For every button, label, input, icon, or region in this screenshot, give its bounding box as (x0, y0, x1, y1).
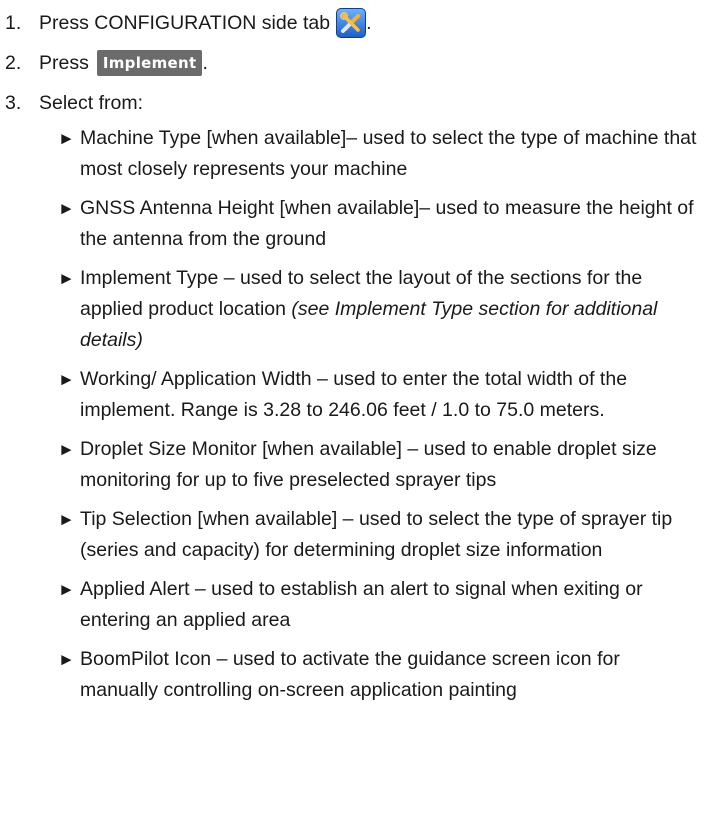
arrow-right-icon: ► (58, 580, 75, 599)
option-text: Tip Selection [when available] – used to… (80, 508, 673, 561)
option-text: Applied Alert – used to establish an ale… (80, 578, 643, 631)
options-list: ► Machine Type [when available]– used to… (5, 123, 707, 706)
step-text: Press (39, 51, 89, 74)
list-item: ► Applied Alert – used to establish an a… (58, 574, 707, 636)
instructions: 1. Press CONFIGURATION side tab . 2. Pre… (0, 0, 707, 706)
arrow-right-icon: ► (58, 510, 75, 529)
implement-button[interactable]: Implement (96, 50, 203, 76)
configuration-tools-icon (336, 8, 367, 38)
step-3: 3. Select from: (5, 83, 707, 123)
step-suffix: . (366, 11, 372, 34)
option-text: Working/ Application Width – used to ent… (80, 368, 628, 421)
list-item: ► Tip Selection [when available] – used … (58, 504, 707, 566)
list-item: ► Implement Type – used to select the la… (58, 263, 707, 356)
step-number: 1. (5, 11, 22, 34)
step-2: 2. Press Implement . (5, 43, 707, 83)
step-text: Select from: (39, 91, 144, 114)
step-suffix: . (202, 51, 208, 74)
arrow-right-icon: ► (58, 199, 75, 218)
option-text: BoomPilot Icon – used to activate the gu… (80, 648, 620, 701)
step-1: 1. Press CONFIGURATION side tab . (5, 3, 707, 43)
step-text: Press CONFIGURATION side tab (39, 11, 331, 34)
arrow-right-icon: ► (58, 650, 75, 669)
list-item: ► BoomPilot Icon – used to activate the … (58, 644, 707, 706)
step-number: 2. (5, 51, 22, 74)
option-text: Machine Type [when available]– used to s… (80, 127, 697, 180)
option-text: Droplet Size Monitor [when available] – … (80, 438, 657, 491)
list-item: ► Working/ Application Width – used to e… (58, 364, 707, 426)
step-number: 3. (5, 91, 22, 114)
arrow-right-icon: ► (58, 440, 75, 459)
option-text: GNSS Antenna Height [when available]– us… (80, 197, 694, 250)
list-item: ► Machine Type [when available]– used to… (58, 123, 707, 185)
list-item: ► Droplet Size Monitor [when available] … (58, 434, 707, 496)
arrow-right-icon: ► (58, 370, 75, 389)
list-item: ► GNSS Antenna Height [when available]– … (58, 193, 707, 255)
arrow-right-icon: ► (58, 269, 75, 288)
arrow-right-icon: ► (58, 129, 75, 148)
